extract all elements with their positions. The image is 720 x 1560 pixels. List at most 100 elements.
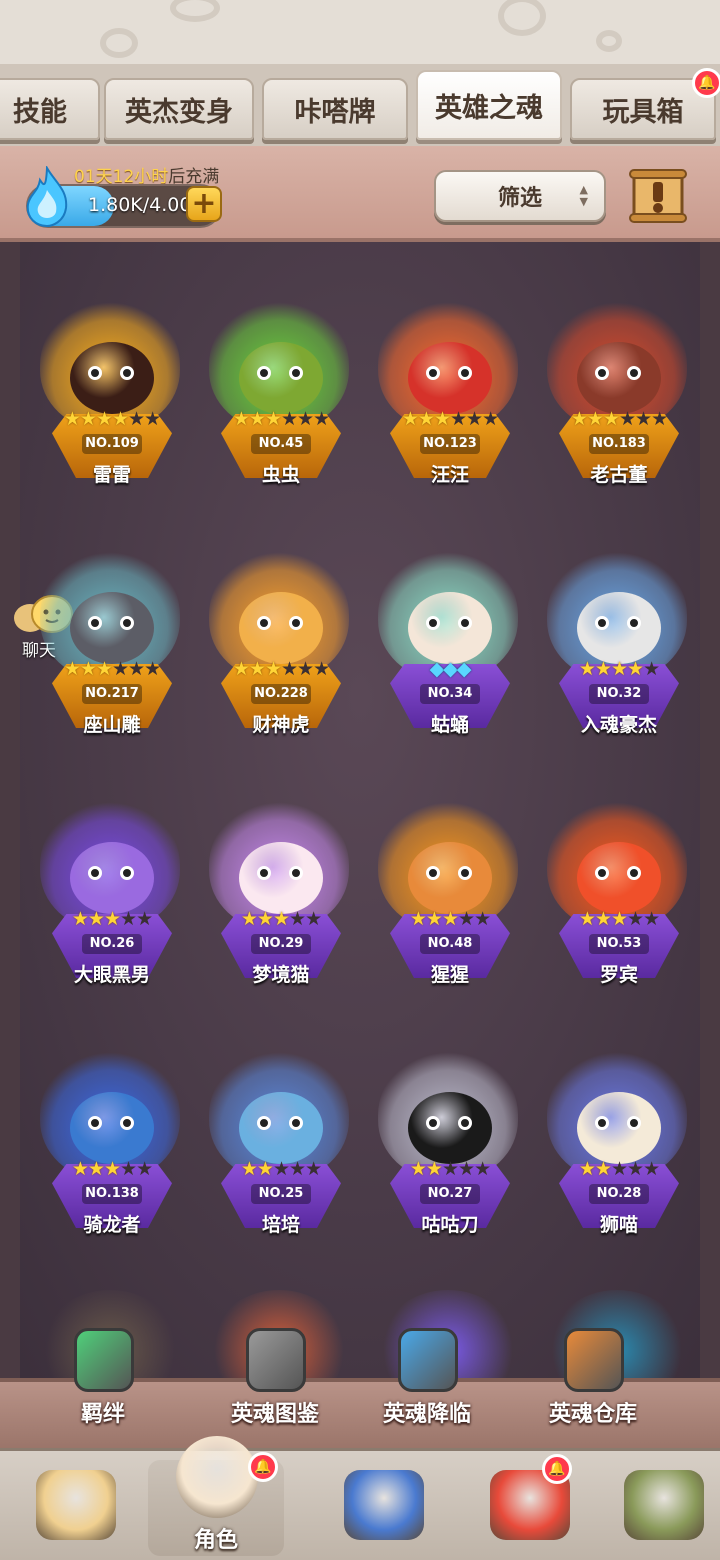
nav-sword-shield[interactable] <box>316 1460 452 1556</box>
hero-soul-card[interactable]: ★★★★★ NO.28 狮喵 <box>537 1030 697 1270</box>
star-empty-icon: ★ <box>289 908 306 930</box>
star-empty-icon: ★ <box>643 908 660 930</box>
tab-hero-transform[interactable]: 英杰变身 <box>104 78 254 140</box>
nav-red-dragon[interactable]: 🔔 <box>462 1454 598 1556</box>
star-empty-icon: ★ <box>466 408 483 430</box>
star-filled-icon: ★ <box>610 908 628 930</box>
star-empty-icon: ★ <box>120 1158 137 1180</box>
filter-dropdown[interactable]: 筛选 ▲ ▼ <box>434 170 606 222</box>
star-filled-icon: ★ <box>627 658 644 680</box>
star-empty-icon: ★ <box>610 1158 628 1180</box>
feature-orange-crystal-button[interactable]: 英魂仓库 <box>518 1318 668 1428</box>
hero-portrait <box>239 592 323 664</box>
star-empty-icon: ★ <box>619 408 636 430</box>
star-rating: ★★★★★ <box>559 908 679 930</box>
star-rating: ★★★★★★ <box>559 408 679 430</box>
hero-soul-card[interactable]: ★★★★★ NO.26 大眼黑男 <box>30 780 190 1020</box>
hero-name: 入魂豪杰 <box>580 714 657 736</box>
hero-soul-card[interactable]: ★★★★★ NO.138 骑龙者 <box>30 1030 190 1270</box>
hero-soul-card[interactable]: ◆◆◆ NO.34 蛄蛹 <box>368 530 528 770</box>
hero-soul-card[interactable]: ★★★★★ NO.25 培培 <box>199 1030 359 1270</box>
hero-soul-card[interactable]: ★★★★★★ NO.183 老古董 <box>537 280 697 520</box>
star-filled-icon: ★ <box>248 658 266 680</box>
tab-label: 英雄之魂 <box>435 92 543 124</box>
nav-golem[interactable] <box>596 1460 720 1556</box>
bell-badge-icon: 🔔 <box>542 1454 572 1484</box>
star-filled-icon: ★ <box>401 408 419 430</box>
hero-portrait <box>577 1092 661 1164</box>
feature-blue-crystal-button[interactable]: 英魂降临 <box>352 1318 502 1428</box>
hero-soul-card[interactable]: ★★★★★ NO.48 猩猩 <box>368 780 528 1020</box>
star-rating: ★★★★★ <box>390 908 510 930</box>
hero-eye <box>458 1116 472 1130</box>
hero-soul-card[interactable]: ★★★★★ NO.29 梦境猫 <box>199 780 359 1020</box>
star-filled-icon: ★ <box>610 658 628 680</box>
star-filled-icon: ★ <box>71 908 89 930</box>
star-filled-icon: ★ <box>602 408 620 430</box>
star-filled-icon: ★ <box>232 658 250 680</box>
tab-label: 咔嗒牌 <box>294 96 376 128</box>
hero-soul-card[interactable]: ★★★★★ NO.27 咕咕刀 <box>368 1030 528 1270</box>
hero-eye <box>120 366 134 380</box>
hero-eye <box>426 1116 440 1130</box>
hero-number: NO.217 <box>82 684 142 704</box>
hero-soul-card[interactable]: ★★★★★ NO.32 入魂豪杰 <box>537 530 697 770</box>
star-filled-icon: ★ <box>112 408 129 430</box>
hero-eye <box>88 866 102 880</box>
star-filled-icon: ★ <box>79 408 97 430</box>
book-icon <box>246 1328 306 1392</box>
nav-caveman[interactable] <box>8 1460 144 1556</box>
star-filled-icon: ★ <box>578 908 596 930</box>
hero-eye <box>88 1116 102 1130</box>
star-filled-icon: ★ <box>248 408 266 430</box>
hero-portrait <box>408 592 492 664</box>
tab-hero-soul[interactable]: 英雄之魂 <box>416 70 562 140</box>
nav-hero[interactable]: 🔔 角色 <box>148 1436 284 1556</box>
star-rating: ★★★★★ <box>559 1158 679 1180</box>
hero-number: NO.53 <box>589 934 649 954</box>
hero-portrait <box>70 342 154 414</box>
feature-green-gem-button[interactable]: 羁绊 <box>28 1318 178 1428</box>
star-filled-icon: ★ <box>586 408 604 430</box>
hero-eye <box>88 366 102 380</box>
star-empty-icon: ★ <box>144 408 161 430</box>
star-empty-icon: ★ <box>305 908 322 930</box>
hero-soul-card[interactable]: ★★★★★★ NO.217 座山雕 <box>30 530 190 770</box>
swirl-icon <box>498 0 546 36</box>
hero-name: 狮喵 <box>599 1214 638 1236</box>
star-filled-icon: ★ <box>272 908 290 930</box>
tab-cards[interactable]: 咔嗒牌 <box>262 78 408 140</box>
star-empty-icon: ★ <box>474 1158 491 1180</box>
tab-skill[interactable]: 技能 <box>0 78 100 140</box>
feature-book-button[interactable]: 英魂图鉴 <box>200 1318 350 1428</box>
hero-icon <box>176 1436 258 1518</box>
scroll-info-button[interactable] <box>628 166 688 226</box>
nav-label: 角色 <box>193 1528 238 1553</box>
hero-name: 猩猩 <box>430 964 469 986</box>
hero-number: NO.123 <box>420 434 480 454</box>
star-filled-icon: ★ <box>63 408 81 430</box>
star-empty-icon: ★ <box>441 1158 459 1180</box>
hero-soul-card[interactable]: ★★★★★ NO.53 罗宾 <box>537 780 697 1020</box>
star-empty-icon: ★ <box>144 658 161 680</box>
hero-portrait <box>577 592 661 664</box>
hero-soul-card[interactable]: ★★★★★★ NO.109 雷雷 <box>30 280 190 520</box>
tab-label: 英杰变身 <box>125 96 233 128</box>
hero-eye <box>595 866 609 880</box>
star-empty-icon: ★ <box>305 1158 322 1180</box>
swirl-icon <box>170 0 220 22</box>
star-filled-icon: ★ <box>256 908 274 930</box>
star-filled-icon: ★ <box>594 658 612 680</box>
hero-eye <box>627 366 641 380</box>
hero-soul-card[interactable]: ★★★★★★ NO.45 虫虫 <box>199 280 359 520</box>
hero-soul-card[interactable]: ★★★★★★ NO.228 财神虎 <box>199 530 359 770</box>
feature-label: 英魂降临 <box>382 1402 471 1427</box>
star-empty-icon: ★ <box>627 1158 644 1180</box>
gem-icon: ◆ <box>443 658 458 680</box>
add-energy-button[interactable]: + <box>186 186 222 222</box>
star-filled-icon: ★ <box>425 1158 443 1180</box>
hero-soul-card[interactable]: ★★★★★★ NO.123 汪汪 <box>368 280 528 520</box>
star-empty-icon: ★ <box>136 1158 153 1180</box>
hero-portrait <box>239 842 323 914</box>
star-filled-icon: ★ <box>417 408 435 430</box>
